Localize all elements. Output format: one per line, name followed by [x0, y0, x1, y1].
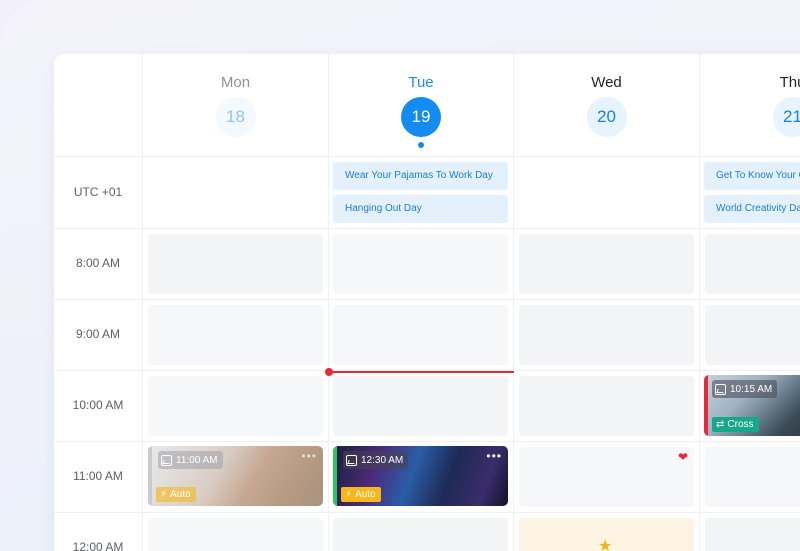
- post-time: 11:00 AM: [176, 454, 218, 466]
- image-icon: [715, 383, 726, 395]
- badge-label: Auto: [170, 489, 191, 500]
- post-time-chip: 11:00 AM: [158, 451, 223, 469]
- bolt-icon: ⚡: [345, 489, 353, 500]
- time-label: 11:00 AM: [73, 469, 123, 483]
- time-slot[interactable]: [333, 305, 508, 365]
- time-label: 10:00 AM: [72, 398, 124, 412]
- day-header-mon[interactable]: Mon 18: [143, 54, 328, 156]
- cross-badge: ⇄ Cross: [712, 417, 759, 432]
- today-indicator: [418, 142, 424, 148]
- image-icon: [161, 454, 172, 466]
- time-slot[interactable]: [519, 305, 694, 365]
- day-name: Wed: [591, 74, 622, 91]
- time-label: 12:00 AM: [72, 540, 124, 551]
- auto-badge: ⚡ Auto: [156, 487, 196, 502]
- time-slot[interactable]: [148, 518, 323, 551]
- time-slot[interactable]: [333, 518, 508, 551]
- badge-label: Cross: [727, 419, 754, 430]
- scheduled-post[interactable]: 12:30 AM ••• ⚡ Auto: [333, 446, 508, 506]
- time-slot[interactable]: [519, 447, 694, 507]
- day-name: Thu: [779, 74, 800, 91]
- day-number: 20: [586, 97, 627, 137]
- grid-line: [54, 512, 800, 513]
- post-time-chip: 10:15 AM: [712, 380, 778, 398]
- time-slot[interactable]: [705, 518, 800, 551]
- day-header-wed[interactable]: Wed 20: [514, 54, 699, 156]
- time-slot[interactable]: [705, 447, 800, 507]
- shuffle-icon: ⇄: [716, 419, 725, 430]
- auto-badge: ⚡ Auto: [341, 487, 381, 502]
- day-name: Tue: [408, 74, 434, 91]
- time-slot[interactable]: [333, 234, 508, 294]
- heart-icon[interactable]: ❤: [678, 450, 688, 464]
- holiday-event[interactable]: Hanging Out Day: [333, 195, 508, 223]
- holiday-event[interactable]: Get To Know Your C: [704, 162, 800, 190]
- day-number-today: 19: [401, 97, 441, 137]
- image-icon: [346, 454, 357, 466]
- post-status-bar: [148, 446, 152, 506]
- post-status-bar: [333, 446, 337, 506]
- day-number: 21: [772, 97, 800, 137]
- grid-line: [54, 441, 800, 442]
- grid-line: [54, 228, 800, 229]
- time-label: 9:00 AM: [75, 327, 121, 341]
- scheduled-post[interactable]: 10:15 AM ⇄ Cross: [704, 375, 800, 436]
- day-header-tue[interactable]: Tue 19: [329, 54, 513, 156]
- time-slot[interactable]: [519, 234, 694, 294]
- day-number: 18: [215, 97, 256, 137]
- time-slot[interactable]: [705, 234, 800, 294]
- time-label: 8:00 AM: [75, 256, 121, 270]
- time-slot[interactable]: [148, 376, 323, 436]
- current-time-line: [329, 371, 514, 373]
- more-icon[interactable]: •••: [486, 450, 502, 462]
- post-time: 10:15 AM: [730, 383, 773, 395]
- scheduled-post[interactable]: 11:00 AM ••• ⚡ Auto: [148, 446, 323, 506]
- time-slot[interactable]: [333, 376, 508, 436]
- timezone-label: UTC +01: [73, 185, 123, 199]
- time-slot[interactable]: [519, 376, 694, 436]
- post-status-bar: [704, 375, 708, 436]
- more-icon[interactable]: •••: [301, 450, 317, 462]
- holiday-event[interactable]: Wear Your Pajamas To Work Day: [333, 162, 508, 190]
- time-slot[interactable]: [148, 305, 323, 365]
- week-calendar: Mon 18 Tue 19 Wed 20 Thu 21 UTC +01 8:00…: [54, 54, 800, 551]
- post-time: 12:30 AM: [361, 454, 404, 466]
- day-name: Mon: [220, 74, 251, 91]
- star-icon: ★: [598, 538, 613, 551]
- badge-label: Auto: [355, 489, 376, 500]
- holiday-event[interactable]: World Creativity Da: [704, 195, 800, 223]
- grid-line: [54, 299, 800, 300]
- day-header-thu[interactable]: Thu 21: [700, 54, 800, 156]
- time-slot[interactable]: [705, 305, 800, 365]
- bolt-icon: ⚡: [160, 489, 168, 500]
- post-time-chip: 12:30 AM: [343, 451, 409, 469]
- grid-line: [54, 156, 800, 157]
- time-slot[interactable]: [148, 234, 323, 294]
